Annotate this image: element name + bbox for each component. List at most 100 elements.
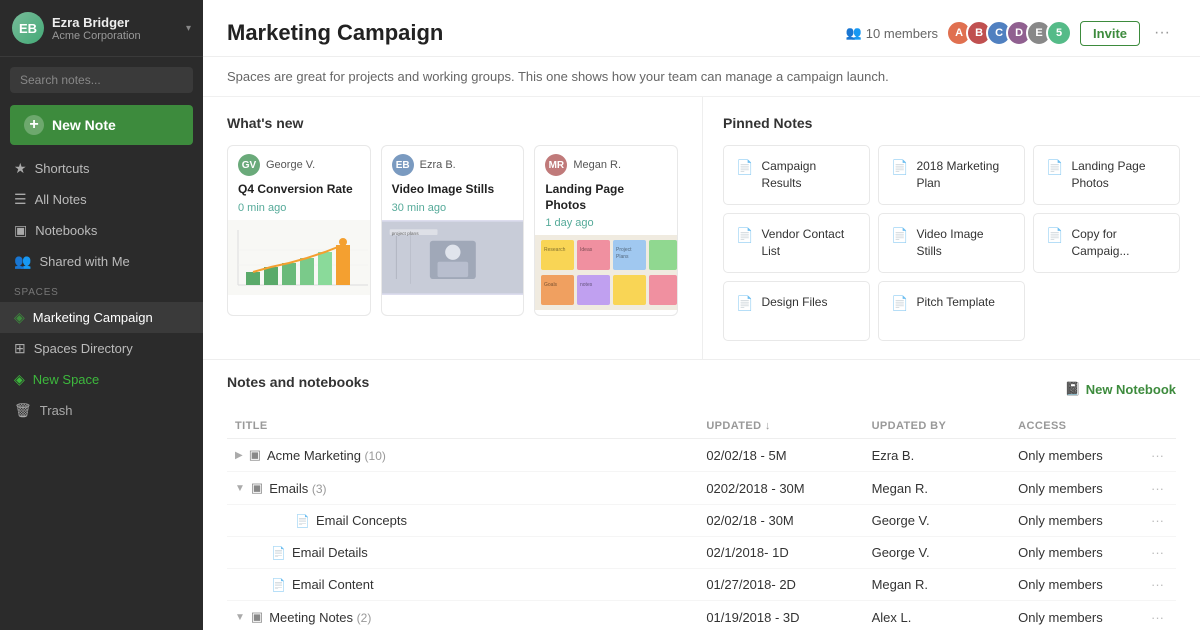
table-row[interactable]: 📄 Email Content 01/27/2018- 2D Megan R. … [227, 569, 1176, 601]
table-row[interactable]: 📄 Email Concepts 02/02/18 - 30M George V… [227, 505, 1176, 537]
note-icon: 📄 [1046, 159, 1063, 176]
card-title: Video Image Stills [382, 180, 524, 200]
notebook-icon: ▣ [251, 480, 263, 496]
svg-text:Ideas: Ideas [580, 247, 593, 253]
card-user: Ezra B. [420, 159, 456, 171]
whats-new-card-1[interactable]: EB Ezra B. Video Image Stills 30 min ago [381, 145, 525, 316]
header-actions: 👥 10 members A B C D E 5 Invite ··· [846, 20, 1176, 46]
row-updated: 02/1/2018- 1D [698, 537, 863, 569]
pinned-note-title: Video Image Stills [916, 226, 1012, 260]
avatar-extra: 5 [1046, 20, 1072, 46]
svg-text:Research: Research [544, 247, 566, 253]
row-title: Email Details [292, 545, 368, 560]
notes-notebooks-header: Notes and notebooks 📓 New Notebook [227, 374, 1176, 404]
pinned-note-title: 2018 Marketing Plan [916, 158, 1012, 192]
notes-notebooks-section: Notes and notebooks 📓 New Notebook Title… [203, 359, 1200, 630]
main-body: What's new GV George V. Q4 Conversion Ra… [203, 97, 1200, 359]
row-more-button[interactable]: ··· [1147, 511, 1168, 530]
row-updated-by: Alex L. [864, 601, 1011, 630]
row-updated: 02/02/18 - 5M [698, 439, 863, 472]
spaces-section-label: Spaces [0, 277, 203, 302]
pinned-note-1[interactable]: 📄 2018 Marketing Plan [878, 145, 1025, 205]
card-title: Landing Page Photos [535, 180, 677, 215]
row-updated-by: Megan R. [864, 472, 1011, 505]
svg-text:notes: notes [580, 282, 593, 288]
pinned-note-5[interactable]: 📄 Copy for Campaig... [1033, 213, 1180, 273]
pinned-notes-title: Pinned Notes [723, 115, 1180, 131]
note-icon: 📄 [736, 227, 753, 244]
expand-arrow[interactable]: ▶ [235, 450, 243, 461]
sidebar-item-trash[interactable]: 🗑 Trash [0, 395, 203, 426]
page-title: Marketing Campaign [227, 20, 443, 46]
user-profile[interactable]: EB Ezra Bridger Acme Corporation ▾ [0, 0, 203, 57]
row-updated-by: Ezra B. [864, 439, 1011, 472]
card-time: 0 min ago [228, 200, 370, 220]
notes-icon: ☰ [14, 191, 27, 208]
svg-text:Goals: Goals [544, 282, 558, 288]
sidebar-item-spaces-directory[interactable]: ⊞ Spaces Directory [0, 333, 203, 364]
shortcuts-icon: ★ [14, 160, 27, 177]
pinned-note-4[interactable]: 📄 Video Image Stills [878, 213, 1025, 273]
expand-arrow[interactable]: ▼ [235, 612, 245, 623]
table-row[interactable]: ▼ ▣ Meeting Notes (2) 01/19/2018 - 3D Al… [227, 601, 1176, 630]
invite-button[interactable]: Invite [1080, 21, 1140, 46]
new-space-icon: ◈ [14, 371, 25, 388]
sticky-preview: Research Ideas Project Plans Goals notes [535, 235, 677, 315]
pinned-note-title: Pitch Template [916, 294, 995, 311]
pinned-note-title: Vendor Contact List [761, 226, 857, 260]
card-avatar: MR [545, 154, 567, 176]
whats-new-card-2[interactable]: MR Megan R. Landing Page Photos 1 day ag… [534, 145, 678, 316]
pinned-note-0[interactable]: 📄 Campaign Results [723, 145, 870, 205]
row-access: Only members [1010, 537, 1139, 569]
avatar: EB [12, 12, 44, 44]
row-more-button[interactable]: ··· [1147, 575, 1168, 594]
user-name: Ezra Bridger [52, 15, 141, 30]
card-avatar: EB [392, 154, 414, 176]
row-more-button[interactable]: ··· [1147, 608, 1168, 627]
notebook-plus-icon: 📓 [1065, 381, 1081, 397]
row-access: Only members [1010, 505, 1139, 537]
sidebar-item-marketing-campaign[interactable]: ◈ Marketing Campaign [0, 302, 203, 333]
pinned-note-3[interactable]: 📄 Vendor Contact List [723, 213, 870, 273]
pinned-note-2[interactable]: 📄 Landing Page Photos [1033, 145, 1180, 205]
notebook-icon: ▣ [251, 609, 263, 625]
chevron-down-icon: ▾ [186, 23, 191, 34]
pinned-note-title: Landing Page Photos [1071, 158, 1167, 192]
sidebar: EB Ezra Bridger Acme Corporation ▾ + New… [0, 0, 203, 630]
row-title: Acme Marketing (10) [267, 448, 386, 463]
note-icon: 📄 [891, 227, 908, 244]
row-title: Meeting Notes (2) [269, 610, 371, 625]
shared-icon: 👥 [14, 253, 31, 270]
new-note-button[interactable]: + New Note [10, 105, 193, 145]
pinned-note-7[interactable]: 📄 Pitch Template [878, 281, 1025, 341]
notes-notebooks-title: Notes and notebooks [227, 374, 369, 390]
table-row[interactable]: ▼ ▣ Emails (3) 0202/2018 - 30M Megan R. … [227, 472, 1176, 505]
svg-text:Plans: Plans [616, 254, 629, 260]
col-updated[interactable]: Updated ↓ [698, 414, 863, 439]
table-row[interactable]: 📄 Email Details 02/1/2018- 1D George V. … [227, 537, 1176, 569]
sidebar-item-all-notes[interactable]: ☰ All Notes [0, 184, 203, 215]
sidebar-item-new-space[interactable]: ◈ New Space [0, 364, 203, 395]
row-more-button[interactable]: ··· [1147, 543, 1168, 562]
note-icon: 📄 [736, 295, 753, 312]
chart-preview [228, 220, 370, 295]
row-more-button[interactable]: ··· [1147, 446, 1168, 465]
main-content: Marketing Campaign 👥 10 members A B C D … [203, 0, 1200, 630]
more-button[interactable]: ··· [1148, 22, 1176, 44]
whats-new-section: What's new GV George V. Q4 Conversion Ra… [203, 97, 703, 359]
sidebar-item-shared-with-me[interactable]: 👥 Shared with Me [0, 246, 203, 277]
table-row[interactable]: ▶ ▣ Acme Marketing (10) 02/02/18 - 5M Ez… [227, 439, 1176, 472]
new-notebook-button[interactable]: 📓 New Notebook [1065, 381, 1176, 397]
sidebar-item-notebooks[interactable]: ▣ Notebooks [0, 215, 203, 246]
note-icon: 📄 [271, 546, 286, 560]
expand-arrow[interactable]: ▼ [235, 483, 245, 494]
search-input[interactable] [10, 67, 193, 93]
whats-new-title: What's new [227, 115, 678, 131]
sidebar-item-shortcuts[interactable]: ★ Shortcuts [0, 153, 203, 184]
whats-new-card-0[interactable]: GV George V. Q4 Conversion Rate 0 min ag… [227, 145, 371, 316]
note-icon: 📄 [271, 578, 286, 592]
row-more-button[interactable]: ··· [1147, 479, 1168, 498]
card-time: 1 day ago [535, 215, 677, 235]
pinned-note-6[interactable]: 📄 Design Files [723, 281, 870, 341]
col-updated-by: Updated By [864, 414, 1011, 439]
